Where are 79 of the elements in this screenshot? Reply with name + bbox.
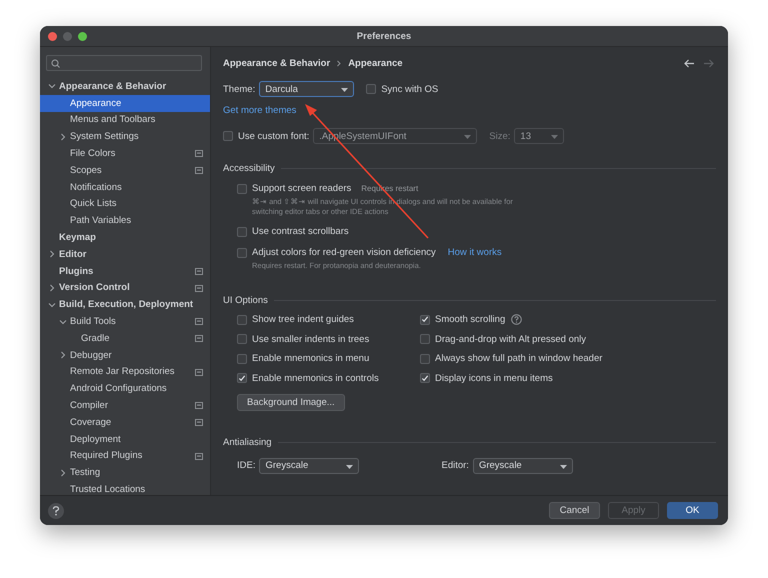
size-label: Size:: [489, 130, 510, 142]
option-checkbox[interactable]: Show tree indent guides: [237, 314, 354, 326]
sidebar-item[interactable]: Remote Jar Repositories: [40, 364, 210, 380]
checkmark-icon: [238, 374, 246, 383]
how-it-works-link[interactable]: How it works: [448, 247, 502, 258]
sidebar-item[interactable]: Editor: [40, 246, 210, 263]
search-field[interactable]: [46, 55, 202, 71]
help-icon[interactable]: [48, 502, 64, 518]
dropdown-arrow-icon: [551, 135, 558, 139]
get-more-themes-link[interactable]: Get more themes: [223, 104, 296, 116]
section-title: Antialiasing: [223, 436, 272, 448]
option-checkbox[interactable]: Enable mnemonics in controls: [237, 372, 379, 384]
sidebar-item[interactable]: Quick Lists: [40, 196, 210, 212]
chevron-right-icon: [336, 60, 342, 66]
sidebar-item[interactable]: Compiler: [40, 397, 210, 414]
sidebar-item[interactable]: Plugins: [40, 262, 210, 280]
option-checkbox[interactable]: Always show full path in window header: [420, 353, 602, 364]
sidebar-item[interactable]: Menus and Toolbars: [40, 112, 210, 128]
option-checkbox[interactable]: Display icons in menu items: [420, 372, 553, 384]
checkmark-icon: [421, 374, 429, 383]
ide-label: IDE:: [237, 460, 256, 471]
sidebar-item[interactable]: Deployment: [40, 430, 210, 448]
editor-label: Editor:: [441, 460, 469, 471]
option-checkbox[interactable]: Use smaller indents in trees: [237, 334, 370, 345]
background-image-button[interactable]: Background Image...: [237, 394, 345, 411]
chevron-down-icon[interactable]: [59, 318, 67, 326]
editor-antialiasing-dropdown[interactable]: Greyscale: [472, 458, 573, 474]
dropdown-arrow-icon: [464, 135, 472, 139]
chevron-right-icon[interactable]: [59, 132, 67, 141]
sidebar-item[interactable]: Trusted Locations: [40, 481, 210, 498]
dialog-button[interactable]: Cancel: [549, 502, 600, 519]
sidebar-item[interactable]: Required Plugins: [40, 448, 210, 464]
section-title: UI Options: [223, 294, 268, 306]
breadcrumb-item[interactable]: Appearance: [348, 58, 403, 68]
sidebar-item[interactable]: Debugger: [40, 346, 210, 364]
chevron-down-icon[interactable]: [48, 82, 56, 90]
help-icon[interactable]: [511, 314, 522, 326]
sidebar-item[interactable]: System Settings: [40, 128, 210, 146]
dropdown-arrow-icon: [560, 464, 567, 468]
option-checkbox[interactable]: Use contrast scrollbars: [237, 226, 349, 237]
breadcrumb-item[interactable]: Appearance & Behavior: [223, 58, 330, 68]
close-icon[interactable]: [48, 32, 57, 40]
sidebar-item[interactable]: Appearance: [40, 94, 210, 112]
sidebar-item[interactable]: Version Control: [40, 280, 210, 296]
chevron-right-icon[interactable]: [48, 250, 56, 258]
window-title: Preferences: [356, 30, 412, 42]
sync-checkbox[interactable]: Sync with OS: [366, 84, 438, 94]
dialog-button[interactable]: OK: [667, 502, 718, 519]
zoom-icon[interactable]: [78, 32, 87, 40]
sidebar-item[interactable]: Path Variables: [40, 212, 210, 230]
ide-antialiasing-dropdown[interactable]: Greyscale: [259, 458, 360, 474]
chevron-right-icon[interactable]: [59, 351, 67, 360]
theme-label: Theme:: [223, 84, 256, 94]
chevron-down-icon[interactable]: [48, 300, 56, 309]
chevron-right-icon[interactable]: [59, 468, 67, 477]
sidebar-item[interactable]: File Colors: [40, 145, 210, 162]
section-title: Accessibility: [223, 162, 275, 174]
back-arrow-icon[interactable]: [684, 58, 695, 68]
sidebar-item[interactable]: Build, Execution, Deployment: [40, 296, 210, 314]
dropdown-arrow-icon: [346, 464, 354, 468]
theme-dropdown[interactable]: Darcula: [259, 81, 354, 97]
option-checkbox[interactable]: Enable mnemonics in menu: [237, 353, 370, 364]
dropdown-arrow-icon: [341, 88, 348, 92]
option-checkbox[interactable]: Smooth scrolling: [420, 314, 506, 326]
sidebar-item[interactable]: Keymap: [40, 229, 210, 246]
sidebar-item[interactable]: Coverage: [40, 414, 210, 431]
sidebar-item[interactable]: Android Configurations: [40, 380, 210, 398]
option-checkbox[interactable]: Drag-and-drop with Alt pressed only: [420, 334, 586, 345]
option-checkbox[interactable]: Support screen readers: [237, 183, 352, 194]
sidebar-item[interactable]: Appearance & Behavior: [40, 78, 210, 95]
checkmark-icon: [421, 315, 429, 324]
sidebar-item[interactable]: Notifications: [40, 178, 210, 196]
sidebar-item[interactable]: Build Tools: [40, 313, 210, 330]
sidebar-item[interactable]: Scopes: [40, 162, 210, 179]
sidebar-item[interactable]: Testing: [40, 464, 210, 482]
search-icon: [51, 58, 61, 68]
chevron-right-icon[interactable]: [48, 284, 56, 292]
option-checkbox[interactable]: Adjust colors for red-green vision deficiency: [237, 247, 436, 258]
sidebar-item[interactable]: Gradle: [40, 330, 210, 347]
